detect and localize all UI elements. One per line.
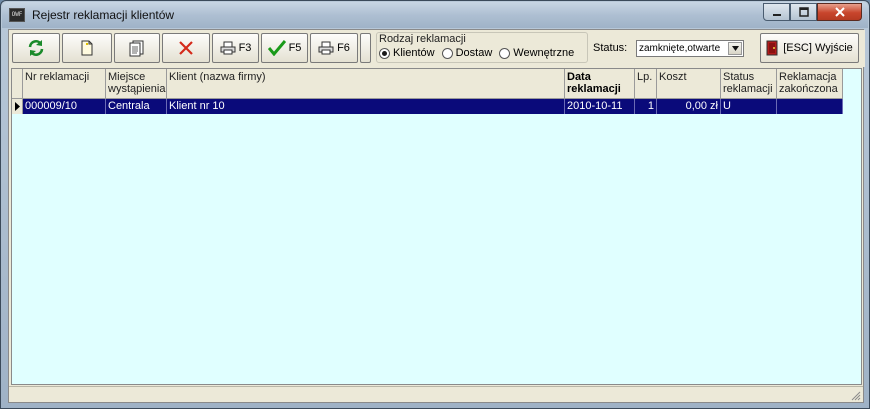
radio-unselected-icon bbox=[499, 47, 511, 59]
app-icon[interactable]: OWF bbox=[9, 8, 25, 22]
printer-icon bbox=[220, 41, 236, 55]
table-row[interactable]: 000009/10 Centrala Klient nr 10 2010-10-… bbox=[12, 99, 843, 114]
cell-status[interactable]: U bbox=[721, 99, 777, 114]
column-header-zakonczona[interactable]: Reklamacja zakończona bbox=[777, 69, 843, 99]
radio-unselected-icon bbox=[441, 47, 453, 59]
window-controls bbox=[763, 3, 862, 21]
exit-button-label: [ESC] Wyjście bbox=[783, 42, 853, 54]
confirm-f5-button[interactable]: F5 bbox=[261, 33, 308, 63]
radio-klientow-label: Klientów bbox=[393, 47, 435, 59]
edit-document-icon bbox=[129, 40, 144, 57]
cell-klient[interactable]: Klient nr 10 bbox=[167, 99, 565, 114]
radio-wewnetrzne-label: Wewnętrzne bbox=[513, 47, 575, 59]
current-row-arrow-icon bbox=[14, 102, 20, 111]
cell-nr[interactable]: 000009/10 bbox=[23, 99, 106, 114]
toolbar-separator-button[interactable] bbox=[360, 33, 371, 63]
exit-button[interactable]: [ESC] Wyjście bbox=[760, 33, 859, 63]
minimize-icon bbox=[772, 14, 781, 16]
complaint-type-options: Klientów Dostaw Wewnętrzne bbox=[379, 47, 574, 59]
complaint-type-label: Rodzaj reklamacji bbox=[379, 33, 466, 45]
exit-door-icon bbox=[766, 40, 778, 56]
radio-wewnetrzne[interactable]: Wewnętrzne bbox=[499, 47, 574, 59]
edit-button[interactable] bbox=[114, 33, 160, 63]
new-button[interactable] bbox=[62, 33, 112, 63]
checkmark-icon bbox=[267, 40, 286, 56]
new-document-icon bbox=[81, 40, 93, 56]
status-select[interactable]: zamknięte,otwarte bbox=[636, 40, 744, 57]
delete-icon bbox=[179, 41, 193, 55]
complaint-type-group: Rodzaj reklamacji Klientów Dostaw Wewnęt… bbox=[376, 32, 588, 63]
radio-klientow[interactable]: Klientów bbox=[379, 47, 435, 59]
cell-lp[interactable]: 1 bbox=[635, 99, 657, 114]
cell-koszt[interactable]: 0,00 zł bbox=[657, 99, 721, 114]
column-header-miejsce[interactable]: Miejsce wystąpienia bbox=[106, 69, 167, 99]
column-header-klient[interactable]: Klient (nazwa firmy) bbox=[167, 69, 565, 99]
close-icon bbox=[834, 7, 845, 17]
column-header-koszt[interactable]: Koszt bbox=[657, 69, 721, 99]
print-f3-label: F3 bbox=[238, 42, 252, 54]
maximize-icon bbox=[798, 7, 809, 17]
title-bar[interactable]: OWF Rejestr reklamacji klientów bbox=[2, 2, 868, 28]
status-label: Status: bbox=[593, 42, 628, 54]
row-indicator-header bbox=[12, 69, 23, 99]
radio-dostaw[interactable]: Dostaw bbox=[441, 47, 493, 59]
radio-selected-icon bbox=[379, 47, 390, 59]
minimize-button[interactable] bbox=[763, 3, 790, 21]
column-header-lp[interactable]: Lp. bbox=[635, 69, 657, 99]
cell-data[interactable]: 2010-10-11 bbox=[565, 99, 635, 114]
dropdown-arrow-icon[interactable] bbox=[728, 42, 742, 55]
maximize-button[interactable] bbox=[790, 3, 817, 21]
cell-miejsce[interactable]: Centrala bbox=[106, 99, 167, 114]
toolbar: F3 F5 F6 Rodzaj reklamacji Klientów Dost… bbox=[9, 30, 865, 67]
cell-zakonczona[interactable] bbox=[777, 99, 843, 114]
table-header: Nr reklamacji Miejsce wystąpienia Klient… bbox=[12, 69, 843, 99]
column-header-status[interactable]: Status reklamacji bbox=[721, 69, 777, 99]
printer-icon bbox=[318, 41, 334, 55]
client-area: F3 F5 F6 Rodzaj reklamacji Klientów Dost… bbox=[8, 29, 865, 403]
refresh-button[interactable] bbox=[12, 33, 60, 63]
print-f6-label: F6 bbox=[337, 42, 350, 54]
print-f3-button[interactable]: F3 bbox=[212, 33, 259, 63]
application-window: OWF Rejestr reklamacji klientów F3 F5 F6… bbox=[0, 0, 870, 409]
refresh-icon bbox=[28, 40, 44, 56]
close-button[interactable] bbox=[817, 3, 862, 21]
confirm-f5-label: F5 bbox=[288, 42, 302, 54]
resize-grip-icon[interactable] bbox=[849, 389, 861, 401]
window-title: Rejestr reklamacji klientów bbox=[32, 8, 175, 22]
status-select-value: zamknięte,otwarte bbox=[639, 43, 721, 54]
column-header-nr[interactable]: Nr reklamacji bbox=[23, 69, 106, 99]
complaints-table[interactable]: Nr reklamacji Miejsce wystąpienia Klient… bbox=[11, 68, 862, 385]
delete-button[interactable] bbox=[162, 33, 210, 63]
row-indicator bbox=[12, 99, 23, 114]
print-f6-button[interactable]: F6 bbox=[310, 33, 358, 63]
column-header-data[interactable]: Data reklamacji bbox=[565, 69, 635, 99]
status-bar bbox=[9, 386, 863, 402]
radio-dostaw-label: Dostaw bbox=[455, 47, 493, 59]
